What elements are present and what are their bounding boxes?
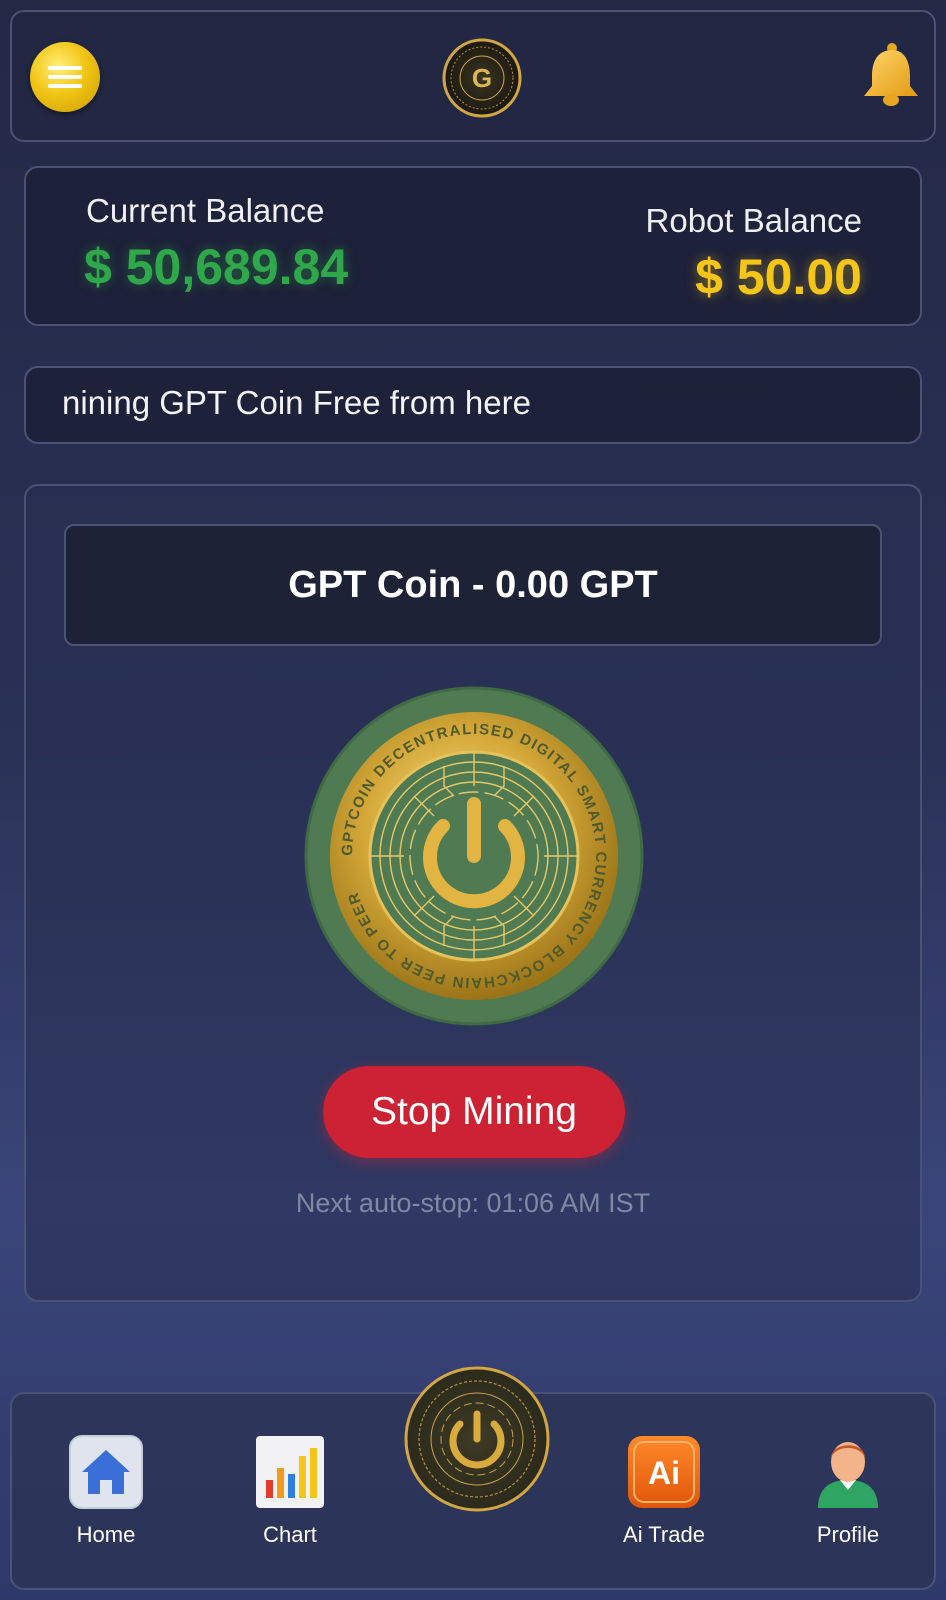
auto-stop-time: Next auto-stop: 01:06 AM IST [295,1188,651,1218]
ai-trade-icon: Ai [628,1436,700,1508]
balance-panel: Current Balance $ 50,689.84 Robot Balanc… [24,166,922,326]
nav-label-home: Home [76,1522,136,1547]
menu-button[interactable] [30,42,100,112]
nav-item-home[interactable]: Home [36,1434,176,1548]
nav-label-profile: Profile [816,1522,880,1547]
hamburger-menu-icon [48,61,82,93]
top-app-bar: G [10,10,936,142]
robot-balance-value: $ 50.00 [695,249,862,305]
gptcoin-icon: GPTCOIN DECENTRALISED DIGITAL SMART CURR… [304,686,644,1026]
bar-chart-icon [256,1436,324,1508]
bell-icon[interactable] [860,40,920,110]
gptcoin-logo[interactable]: G [442,38,522,118]
svg-text:Ai: Ai [648,1455,680,1491]
stop-mining-button[interactable]: Stop Mining [323,1066,625,1158]
current-balance-label: Current Balance [86,192,325,229]
announcement-marquee: nining GPT Coin Free from here [24,366,922,444]
mining-card: GPT Coin - 0.00 GPT GPTCOIN DECENTRALISE… [24,484,922,1302]
nav-item-ai-trade[interactable]: Ai Ai Trade [594,1434,734,1548]
gptcoin-nav-button[interactable] [404,1366,550,1512]
nav-item-profile[interactable]: Profile [778,1434,918,1548]
profile-icon [818,1442,878,1508]
home-icon [69,1435,143,1509]
nav-label-ai-trade: Ai Trade [623,1522,705,1547]
nav-item-chart[interactable]: Chart [220,1434,360,1548]
robot-balance-label: Robot Balance [645,202,862,239]
nav-label-chart: Chart [263,1522,317,1547]
bottom-navigation: Home Chart Ai Ai Trade Profile [10,1366,936,1590]
svg-text:G: G [472,63,492,93]
gpt-coin-balance: GPT Coin - 0.00 GPT [64,524,882,646]
current-balance-value: $ 50,689.84 [84,239,349,295]
marquee-text: nining GPT Coin Free from here [62,384,531,421]
